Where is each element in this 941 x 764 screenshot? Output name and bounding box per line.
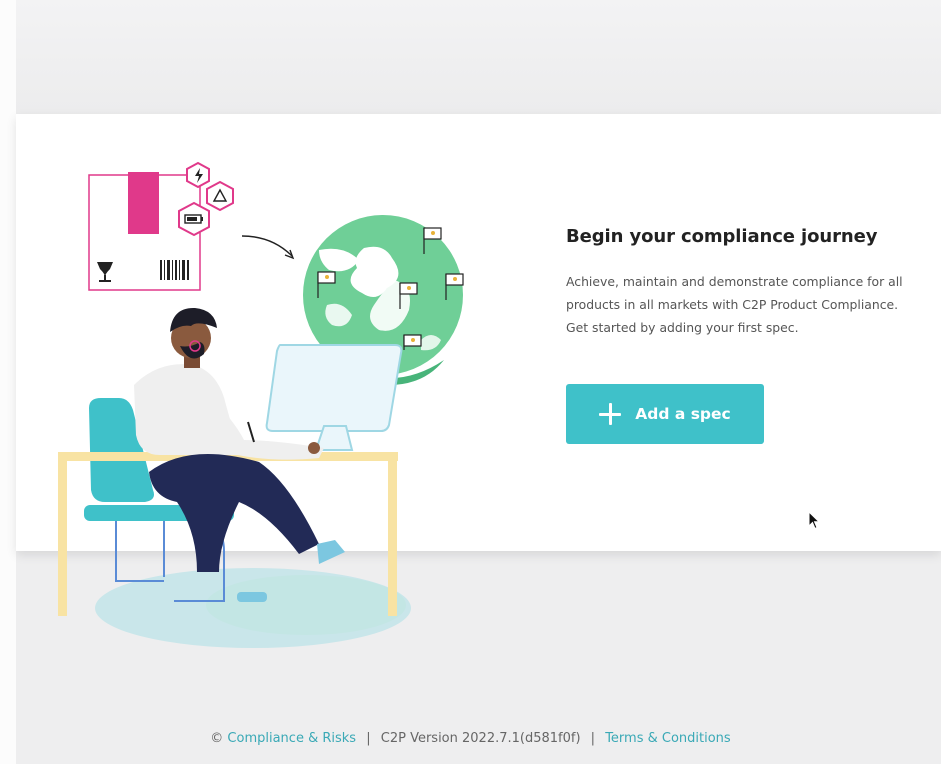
description-line: products in all markets with C2P Product… xyxy=(566,297,899,312)
battery-icon xyxy=(178,201,210,237)
add-spec-label: Add a spec xyxy=(635,405,731,423)
description-line: Get started by adding your first spec. xyxy=(566,320,799,335)
header-band xyxy=(16,0,941,114)
cursor-icon xyxy=(808,511,821,530)
terms-link[interactable]: Terms & Conditions xyxy=(605,731,731,746)
lightning-icon xyxy=(186,161,210,189)
recycle-icon xyxy=(206,180,234,212)
footer-separator: | xyxy=(590,731,596,746)
add-spec-button[interactable]: Add a spec xyxy=(566,384,764,444)
footer: © Compliance & Risks | C2P Version 2022.… xyxy=(0,731,941,746)
copyright-symbol: © xyxy=(210,731,224,746)
intro-description: Achieve, maintain and demonstrate compli… xyxy=(566,270,903,339)
plus-icon xyxy=(599,403,622,425)
footer-separator: | xyxy=(366,731,371,746)
arrow-icon xyxy=(241,235,295,260)
version-text: C2P Version 2022.7.1(d581f0f) xyxy=(380,731,581,746)
computer-monitor xyxy=(265,344,403,451)
description-line: Achieve, maintain and demonstrate compli… xyxy=(566,274,903,289)
company-link[interactable]: Compliance & Risks xyxy=(227,731,356,746)
page-title: Begin your compliance journey xyxy=(566,226,878,247)
compliance-illustration xyxy=(58,161,464,648)
product-package xyxy=(88,172,201,291)
